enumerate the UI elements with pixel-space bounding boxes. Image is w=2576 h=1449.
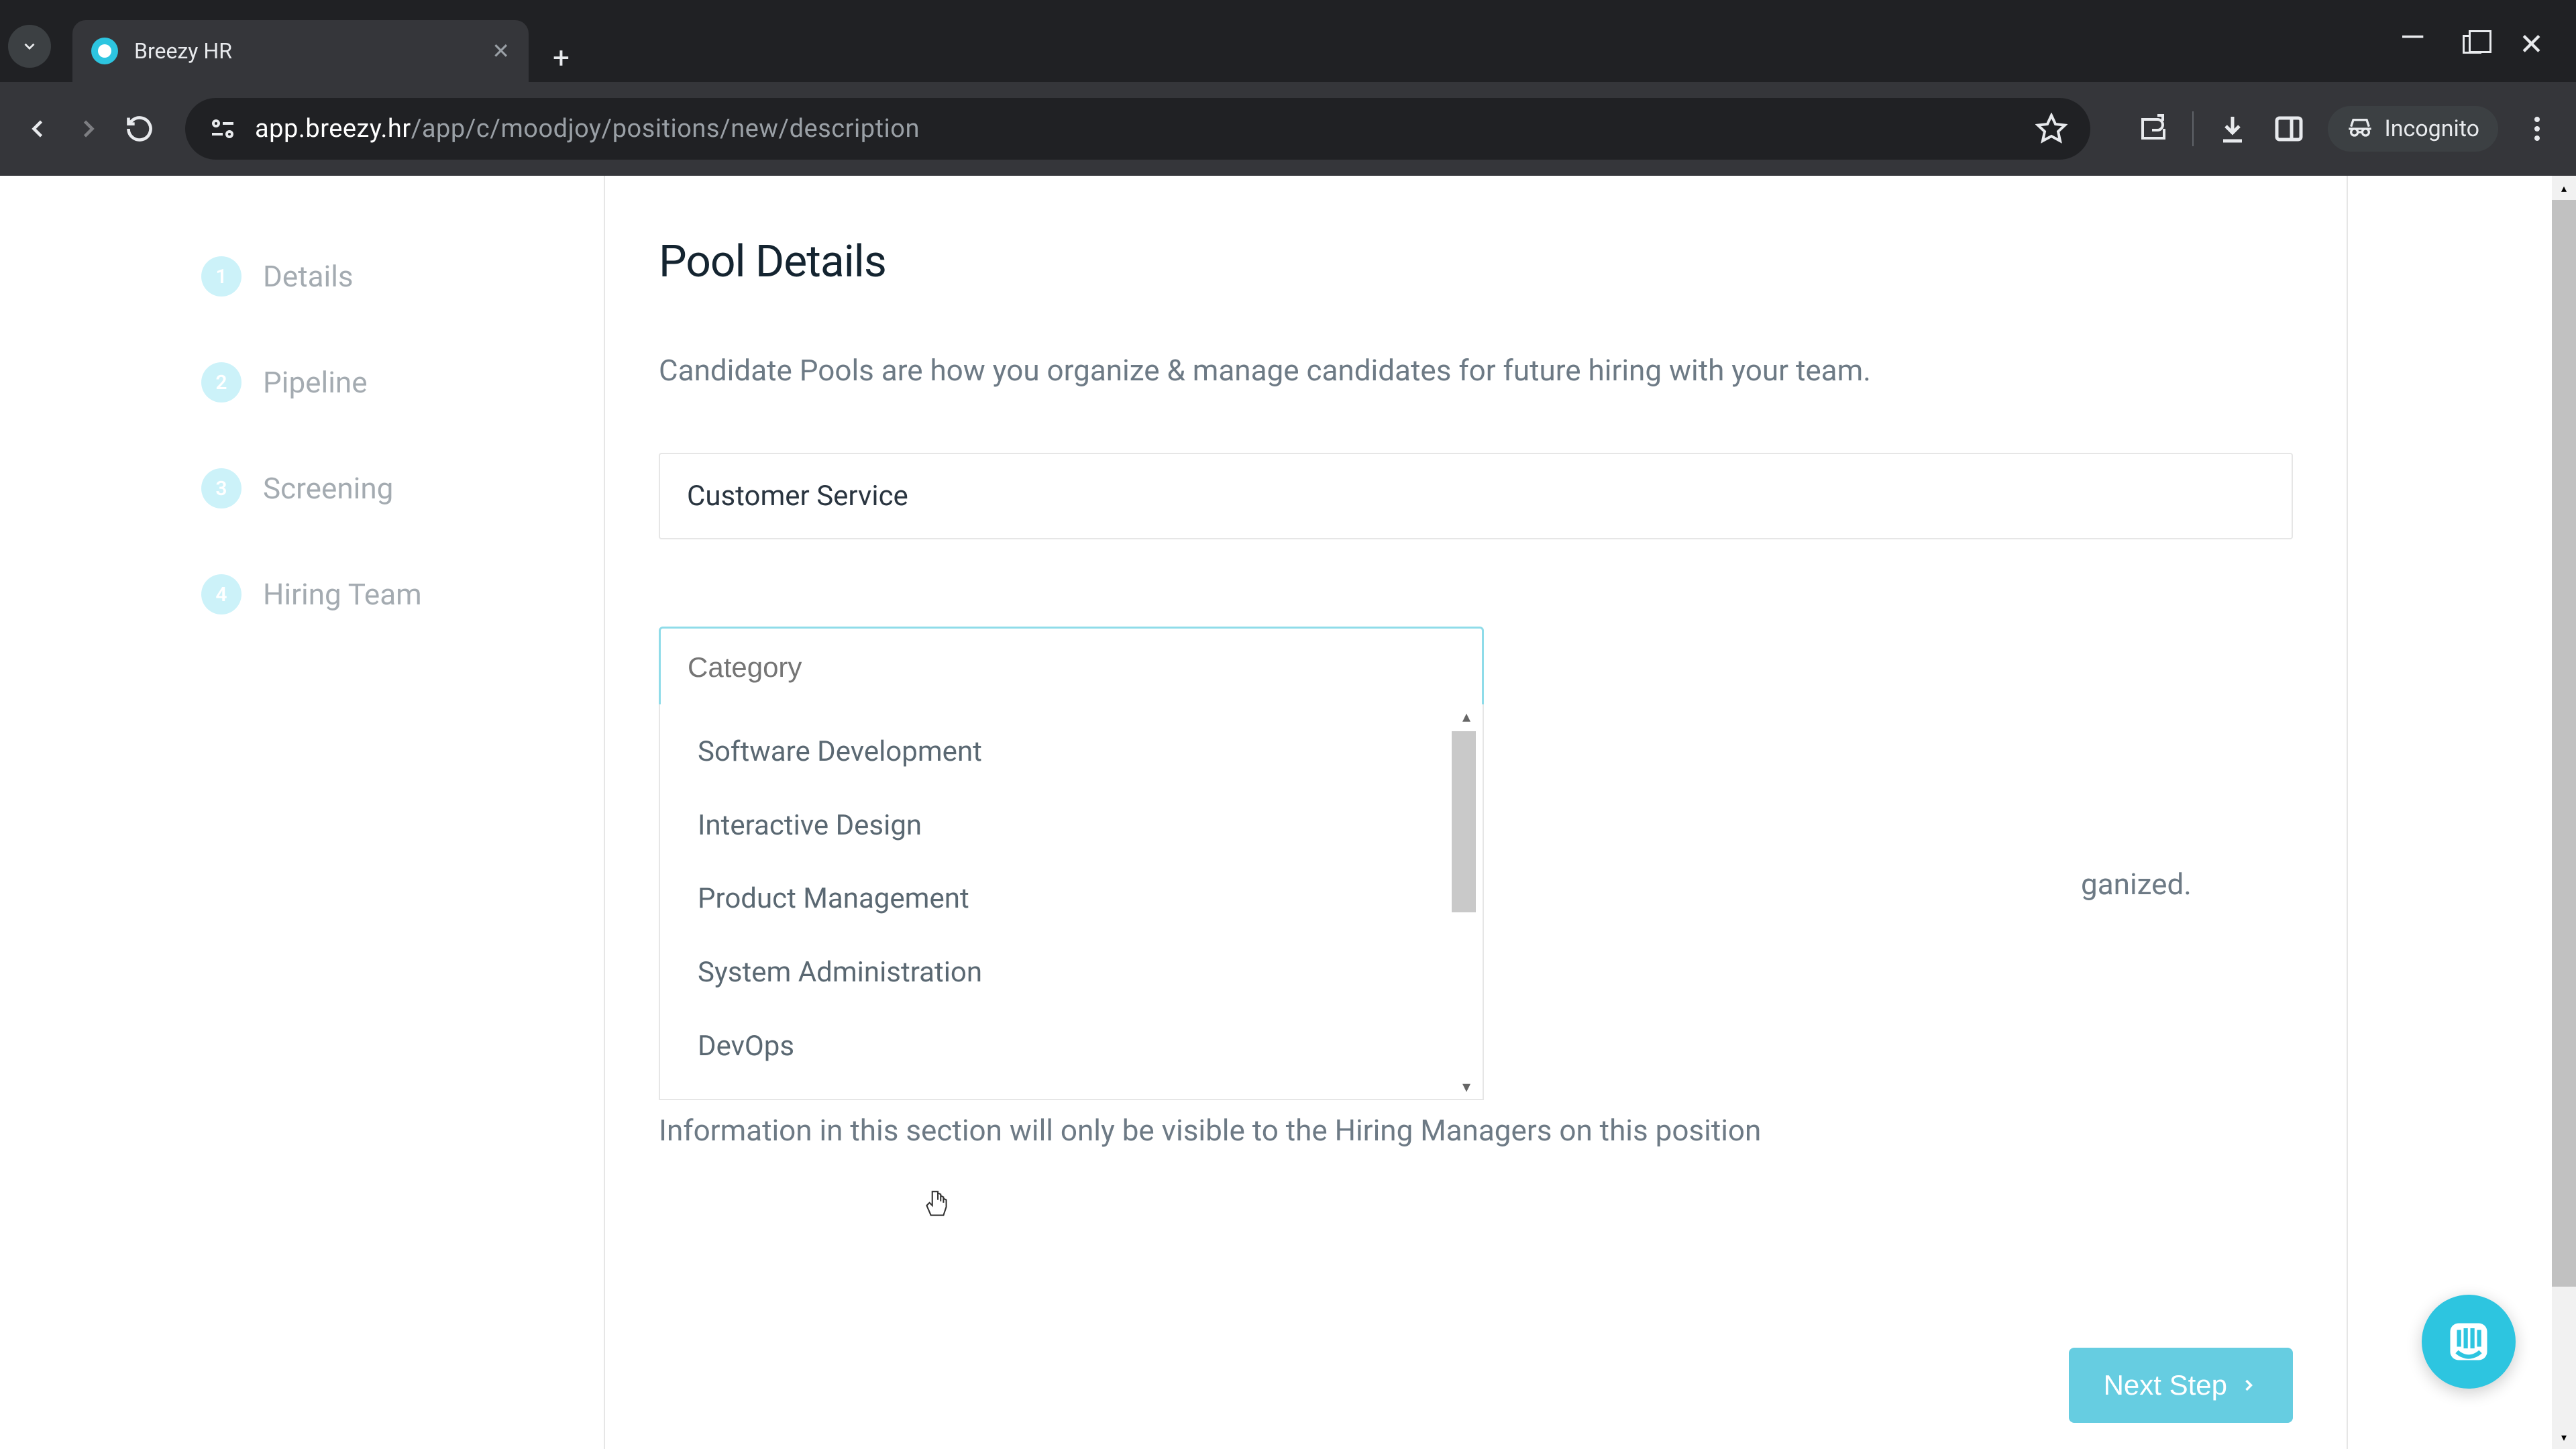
intercom-launcher[interactable] <box>2422 1295 2516 1389</box>
dropdown-scroll-up-icon[interactable]: ▴ <box>1462 707 1470 726</box>
main-inner: Pool Details Candidate Pools are how you… <box>605 176 2347 1322</box>
step-label: Pipeline <box>263 365 368 400</box>
tab-strip: Breezy HR ✕ + <box>0 0 570 82</box>
main-card: Pool Details Candidate Pools are how you… <box>604 176 2348 1449</box>
window-close-icon[interactable]: ✕ <box>2519 27 2544 62</box>
option-devops[interactable]: DevOps <box>660 1010 1483 1083</box>
browser-menu-icon[interactable] <box>2520 111 2555 146</box>
browser-titlebar: Breezy HR ✕ + — ✕ <box>0 0 2576 82</box>
footer-bar: Next Step <box>605 1322 2347 1449</box>
extensions-icon[interactable] <box>2136 111 2171 146</box>
other-info-description: Information in this section will only be… <box>659 1108 1799 1152</box>
category-field: ▴ ▾ Software Development Interactive Des… <box>659 627 1484 708</box>
option-software-development[interactable]: Software Development <box>660 715 1483 789</box>
pool-description: Candidate Pools are how you organize & m… <box>659 348 2293 392</box>
bookmark-star-icon[interactable] <box>2034 111 2069 146</box>
step-hiring-team[interactable]: 4 Hiring Team <box>201 574 564 614</box>
window-maximize-icon[interactable] <box>2463 35 2481 54</box>
page-scroll-thumb[interactable] <box>2552 200 2576 1287</box>
new-tab-button[interactable]: + <box>553 40 570 75</box>
intercom-icon <box>2445 1318 2492 1365</box>
toolbar-right: Incognito <box>2136 106 2555 152</box>
address-bar[interactable]: app.breezy.hr/app/c/moodjoy/positions/ne… <box>185 98 2090 160</box>
step-label: Details <box>263 259 354 294</box>
nav-forward-button[interactable] <box>72 113 105 145</box>
downloads-icon[interactable] <box>2215 111 2250 146</box>
obscured-text-fragment: ganized. <box>2081 867 2192 902</box>
dropdown-scroll-thumb[interactable] <box>1452 731 1476 912</box>
step-details[interactable]: 1 Details <box>201 256 564 297</box>
site-settings-icon[interactable] <box>207 113 239 145</box>
cursor-pointer-icon <box>922 1189 951 1222</box>
step-label: Screening <box>263 471 393 506</box>
nav-back-button[interactable] <box>21 113 54 145</box>
page-scroll-down-icon[interactable]: ▾ <box>2552 1425 2576 1449</box>
incognito-badge[interactable]: Incognito <box>2328 106 2498 152</box>
step-badge: 1 <box>201 256 241 297</box>
step-badge: 2 <box>201 362 241 402</box>
next-step-button[interactable]: Next Step <box>2069 1348 2293 1423</box>
side-panel-icon[interactable] <box>2271 111 2306 146</box>
step-pipeline[interactable]: 2 Pipeline <box>201 362 564 402</box>
url-text: app.breezy.hr/app/c/moodjoy/positions/ne… <box>255 114 920 144</box>
incognito-label: Incognito <box>2384 115 2479 142</box>
page-scrollbar-track[interactable]: ▴ ▾ <box>2552 176 2576 1449</box>
step-label: Hiring Team <box>263 577 422 612</box>
toolbar-divider <box>2192 111 2194 146</box>
option-product-management[interactable]: Product Management <box>660 862 1483 936</box>
steps-sidebar: 1 Details 2 Pipeline 3 Screening 4 Hirin… <box>0 176 604 1449</box>
option-interactive-design[interactable]: Interactive Design <box>660 789 1483 863</box>
category-dropdown: ▴ ▾ Software Development Interactive Des… <box>659 704 1484 1100</box>
option-system-administration[interactable]: System Administration <box>660 936 1483 1010</box>
next-step-label: Next Step <box>2104 1369 2227 1401</box>
page-title: Pool Details <box>659 236 2293 288</box>
tab-favicon-icon <box>91 38 118 64</box>
tab-close-icon[interactable]: ✕ <box>492 38 510 64</box>
window-controls: — ✕ <box>2400 0 2576 62</box>
step-badge: 4 <box>201 574 241 614</box>
dropdown-scrollbar[interactable] <box>1452 731 1476 1072</box>
option-finance[interactable]: Finance <box>660 1083 1483 1100</box>
dropdown-options: Software Development Interactive Design … <box>660 704 1483 1100</box>
pool-name-input[interactable]: Customer Service <box>659 453 2293 539</box>
tab-search-button[interactable] <box>8 25 51 68</box>
step-badge: 3 <box>201 468 241 508</box>
page-content: 1 Details 2 Pipeline 3 Screening 4 Hirin… <box>0 176 2576 1449</box>
chevron-right-icon <box>2239 1376 2258 1395</box>
browser-tab[interactable]: Breezy HR ✕ <box>72 20 529 82</box>
dropdown-scroll-down-icon[interactable]: ▾ <box>1462 1077 1470 1096</box>
nav-reload-button[interactable] <box>123 113 156 145</box>
page-scroll-up-icon[interactable]: ▴ <box>2552 176 2576 200</box>
step-screening[interactable]: 3 Screening <box>201 468 564 508</box>
browser-toolbar: app.breezy.hr/app/c/moodjoy/positions/ne… <box>0 82 2576 176</box>
tab-title: Breezy HR <box>134 38 478 64</box>
category-input[interactable] <box>659 627 1484 708</box>
